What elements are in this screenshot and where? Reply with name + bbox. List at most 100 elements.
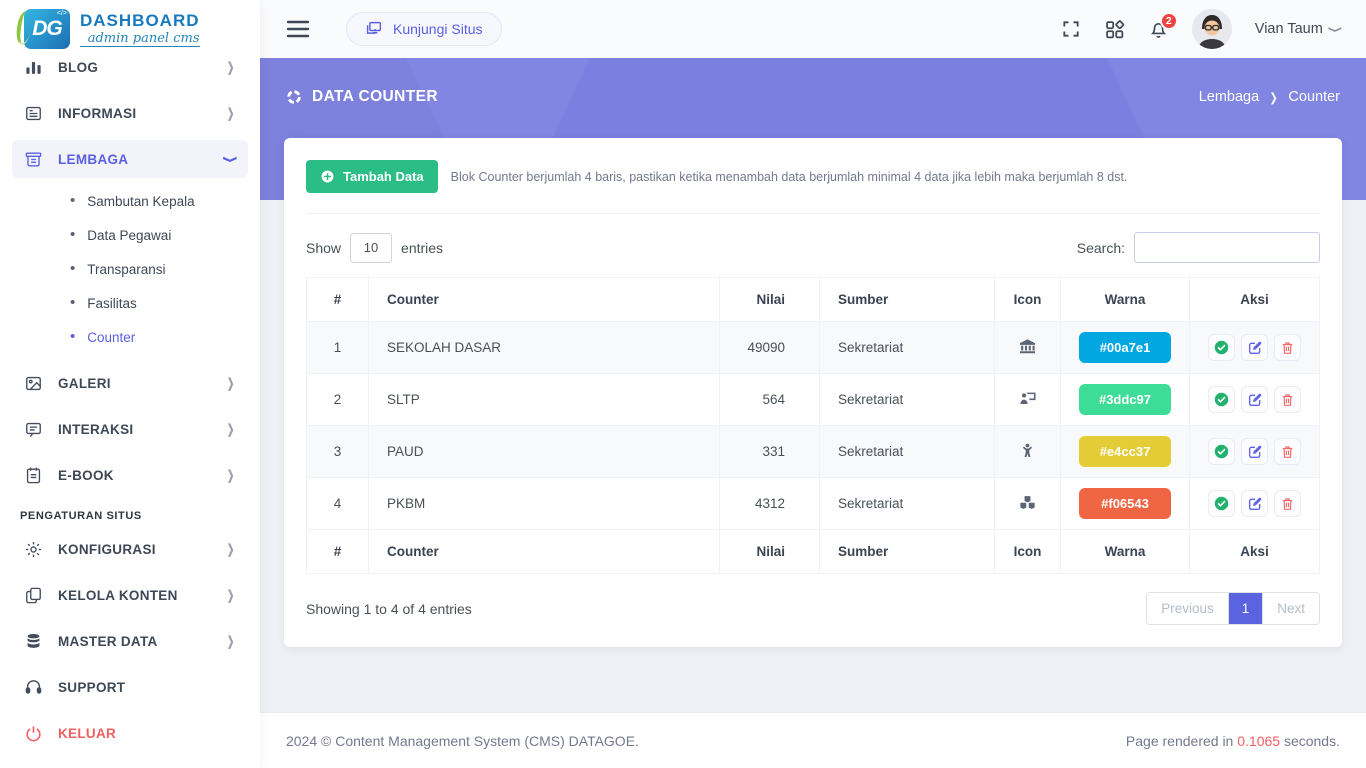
logo-leaf-icon [15,10,34,46]
footer-header-counter: Counter [369,530,720,574]
breadcrumb-parent-link[interactable]: Lembaga [1199,89,1259,105]
user-menu[interactable]: Vian Taum ❯ [1255,21,1340,37]
table-controls: Show 10 entries Search: [306,232,1320,263]
submenu-label: Counter [87,330,135,345]
journal-icon [24,466,43,485]
sidebar-item-galeri[interactable]: GALERI ❯ [12,364,248,402]
pagination-previous[interactable]: Previous [1147,593,1229,624]
child-icon [1019,441,1036,460]
sidebar-item-label: LEMBAGA [58,152,128,167]
column-header-sumber[interactable]: Sumber [820,278,995,322]
chevron-right-icon: ❯ [1270,90,1278,104]
pagination-page-1[interactable]: 1 [1229,593,1264,624]
monitor-icon [365,20,383,38]
sidebar-item-konfigurasi[interactable]: KONFIGURASI ❯ [12,530,248,568]
column-header-icon[interactable]: Icon [995,278,1061,322]
chevron-right-icon: ❯ [227,421,235,437]
sidebar-item-interaksi[interactable]: INTERAKSI ❯ [12,410,248,448]
cell-no: 1 [307,322,369,374]
submenu-item-transparansi[interactable]: •Transparansi [0,252,260,286]
main-content: Tambah Data Blok Counter berjumlah 4 bar… [260,138,1366,647]
apps-grid-icon[interactable] [1104,19,1125,40]
edit-button[interactable] [1241,490,1268,517]
sidebar-item-label: KELOLA KONTEN [58,588,178,603]
topbar: Kunjungi Situs 2 Vian Taum ❯ [260,0,1366,58]
column-header-nilai[interactable]: Nilai [720,278,820,322]
archive-icon [24,150,43,169]
delete-button[interactable] [1274,438,1301,465]
delete-button[interactable] [1274,334,1301,361]
column-header-aksi[interactable]: Aksi [1190,278,1320,322]
edit-button[interactable] [1241,438,1268,465]
sidebar-item-label: SUPPORT [58,680,125,695]
notifications-bell-icon[interactable]: 2 [1148,19,1169,40]
cell-nilai: 4312 [720,478,820,530]
topbar-right: 2 Vian Taum ❯ [1061,9,1340,49]
sidebar-item-keluar[interactable]: KELUAR [12,714,248,752]
sidebar-item-label: INTERAKSI [58,422,133,437]
edit-button[interactable] [1241,334,1268,361]
render-prefix: Page rendered in [1126,733,1233,749]
visit-site-label: Kunjungi Situs [393,21,483,37]
sidebar: BLOG ❯ INFORMASI ❯ LEMBAGA ❯ •Sambutan K… [0,0,260,768]
power-icon [24,724,43,743]
circle-notch-icon [286,89,302,105]
pagination-next[interactable]: Next [1263,593,1319,624]
notification-badge: 2 [1160,12,1178,30]
submenu-item-sambutan-kepala[interactable]: •Sambutan Kepala [0,184,260,218]
table-foot: # Counter Nilai Sumber Icon Warna Aksi [307,530,1320,574]
sidebar-item-label: BLOG [58,60,98,75]
search-label: Search: [1077,240,1125,256]
sidebar-item-lembaga[interactable]: LEMBAGA ❯ [12,140,248,178]
fullscreen-icon[interactable] [1061,19,1081,39]
cell-nilai: 331 [720,426,820,478]
brand-subtitle: admin panel cms [80,31,200,47]
entries-summary: Showing 1 to 4 of 4 entries [306,601,472,617]
sidebar-section-label: PENGATURAN SITUS [20,510,260,522]
approve-button[interactable] [1208,490,1235,517]
delete-button[interactable] [1274,490,1301,517]
cell-counter: PKBM [369,478,720,530]
card-header: Tambah Data Blok Counter berjumlah 4 bar… [306,160,1320,214]
gear-icon [24,540,43,559]
approve-button[interactable] [1208,438,1235,465]
edit-button[interactable] [1241,386,1268,413]
cell-counter: SEKOLAH DASAR [369,322,720,374]
sidebar-item-label: MASTER DATA [58,634,158,649]
submenu-item-counter[interactable]: •Counter [0,320,260,354]
sidebar-item-kelola-konten[interactable]: KELOLA KONTEN ❯ [12,576,248,614]
page-footer: 2024 © Content Management System (CMS) D… [260,712,1366,768]
page-length-select[interactable]: 10 [350,233,392,263]
table-footer-bar: Showing 1 to 4 of 4 entries Previous 1 N… [306,592,1320,625]
add-data-button[interactable]: Tambah Data [306,160,438,193]
table-row: 2 SLTP 564 Sekretariat #3ddc97 [307,374,1320,426]
sidebar-item-master-data[interactable]: MASTER DATA ❯ [12,622,248,660]
sidebar-item-ebook[interactable]: E-BOOK ❯ [12,456,248,494]
column-header-no[interactable]: # [307,278,369,322]
color-badge: #3ddc97 [1079,384,1171,415]
cell-counter: PAUD [369,426,720,478]
sidebar-item-label: E-BOOK [58,468,114,483]
copyright-text: 2024 © Content Management System (CMS) D… [286,733,639,749]
cell-counter: SLTP [369,374,720,426]
table-row: 1 SEKOLAH DASAR 49090 Sekretariat #00a7e… [307,322,1320,374]
hamburger-menu-icon[interactable] [286,20,310,38]
footer-header-nilai: Nilai [720,530,820,574]
submenu-item-fasilitas[interactable]: •Fasilitas [0,286,260,320]
search-input[interactable] [1134,232,1320,263]
sidebar-item-informasi[interactable]: INFORMASI ❯ [12,94,248,132]
visit-site-button[interactable]: Kunjungi Situs [346,12,502,46]
submenu-item-data-pegawai[interactable]: •Data Pegawai [0,218,260,252]
approve-button[interactable] [1208,386,1235,413]
column-header-warna[interactable]: Warna [1061,278,1190,322]
logo-text: DASHBOARD admin panel cms [80,11,200,47]
column-header-counter[interactable]: Counter [369,278,720,322]
entries-label: entries [401,240,443,256]
sidebar-item-support[interactable]: SUPPORT [12,668,248,706]
avatar[interactable] [1192,9,1232,49]
brand-logo[interactable]: DG </> DASHBOARD admin panel cms [0,0,260,58]
sidebar-menu: BLOG ❯ INFORMASI ❯ LEMBAGA ❯ •Sambutan K… [0,40,260,768]
delete-button[interactable] [1274,386,1301,413]
sidebar-item-label: KONFIGURASI [58,542,156,557]
approve-button[interactable] [1208,334,1235,361]
